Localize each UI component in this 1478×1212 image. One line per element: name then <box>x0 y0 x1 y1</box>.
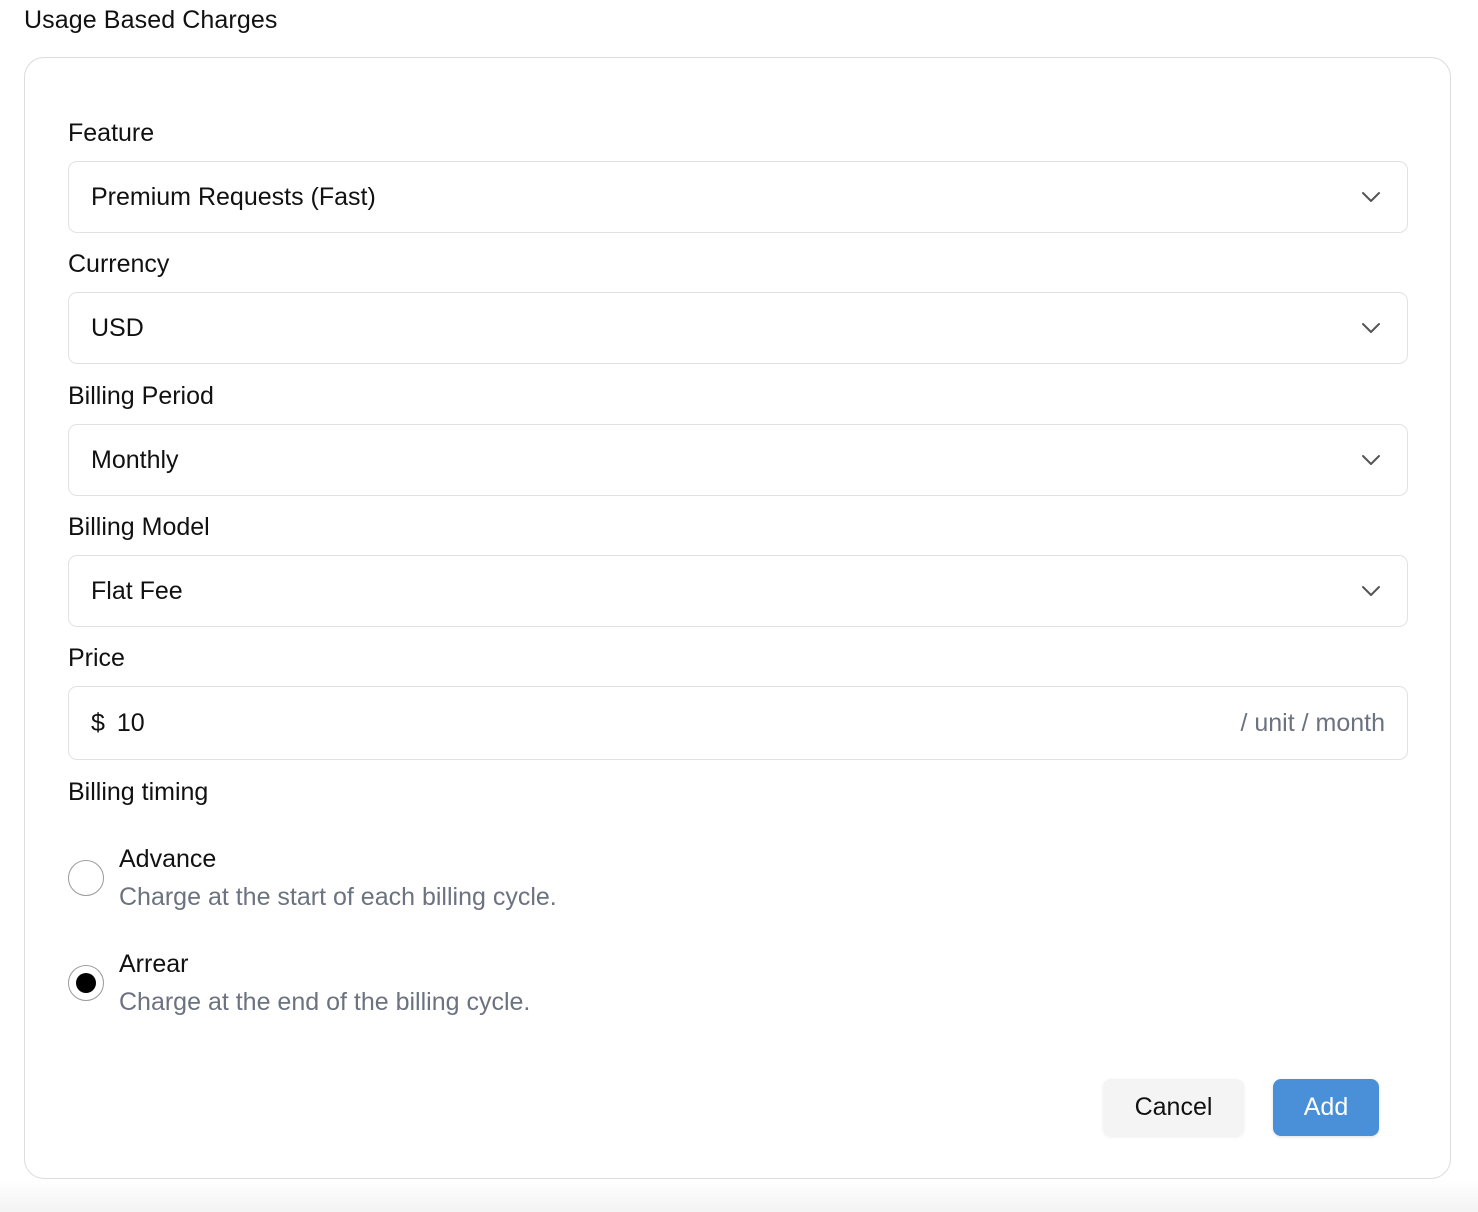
advance-option-description: Charge at the start of each billing cycl… <box>119 883 557 911</box>
feature-select-value: Premium Requests (Fast) <box>91 182 376 211</box>
currency-label: Currency <box>68 250 170 278</box>
billing-model-select[interactable]: Flat Fee <box>68 555 1408 627</box>
billing-period-select[interactable]: Monthly <box>68 424 1408 496</box>
billing-timing-option-arrear[interactable]: Arrear Charge at the end of the billing … <box>68 948 530 1018</box>
billing-period-select-value: Monthly <box>91 445 179 474</box>
page-title: Usage Based Charges <box>24 6 278 34</box>
price-unit-suffix: / unit / month <box>1240 708 1385 737</box>
cancel-button[interactable]: Cancel <box>1103 1079 1244 1136</box>
price-label: Price <box>68 644 125 672</box>
billing-model-select-value: Flat Fee <box>91 576 183 605</box>
advance-option-title: Advance <box>119 845 217 873</box>
currency-select-value: USD <box>91 313 144 342</box>
advance-radio[interactable] <box>68 860 104 896</box>
usage-charge-form-card: Feature Premium Requests (Fast) Currency… <box>24 57 1451 1179</box>
chevron-down-icon <box>1360 580 1382 602</box>
billing-timing-label: Billing timing <box>68 778 209 806</box>
radio-selected-dot <box>76 973 96 993</box>
arrear-radio[interactable] <box>68 965 104 1001</box>
billing-model-label: Billing Model <box>68 513 210 541</box>
chevron-down-icon <box>1360 449 1382 471</box>
currency-select[interactable]: USD <box>68 292 1408 364</box>
arrear-option-title: Arrear <box>119 950 189 978</box>
feature-select[interactable]: Premium Requests (Fast) <box>68 161 1408 233</box>
billing-period-label: Billing Period <box>68 382 214 410</box>
price-currency-symbol: $ <box>91 708 105 737</box>
page: Usage Based Charges Feature Premium Requ… <box>0 0 1478 1212</box>
chevron-down-icon <box>1360 317 1382 339</box>
arrear-option-description: Charge at the end of the billing cycle. <box>119 988 531 1016</box>
chevron-down-icon <box>1360 186 1382 208</box>
feature-label: Feature <box>68 119 155 147</box>
price-field[interactable]: $ / unit / month <box>68 686 1408 760</box>
price-input[interactable] <box>116 708 1241 738</box>
bottom-fade <box>0 1180 1478 1212</box>
add-button[interactable]: Add <box>1273 1079 1379 1136</box>
billing-timing-option-advance[interactable]: Advance Charge at the start of each bill… <box>68 843 557 913</box>
